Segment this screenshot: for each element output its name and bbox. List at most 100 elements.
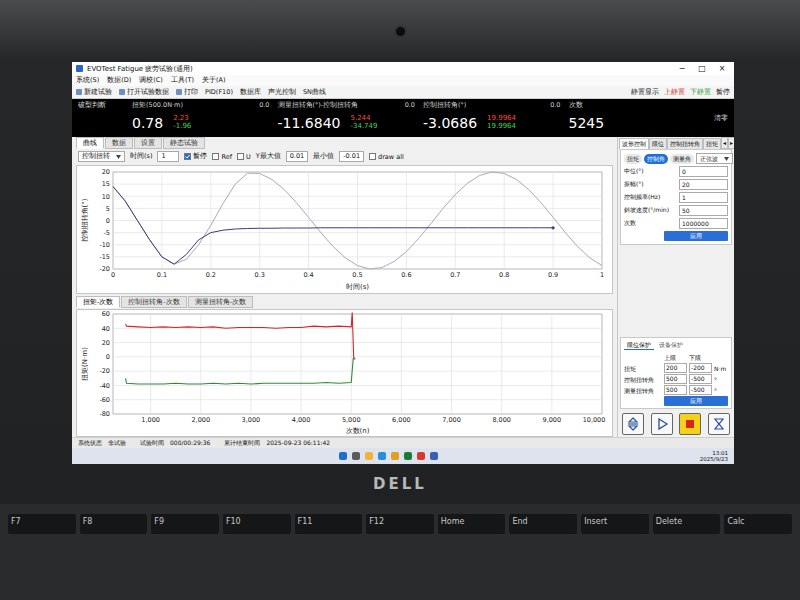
toolbar-button[interactable]: 声光控制 [268,88,296,97]
upper-input[interactable]: 500 [664,374,687,384]
menu-item[interactable]: 关于(A) [202,76,226,85]
window-control[interactable]: × [714,65,730,73]
hourglass-button[interactable] [708,413,730,435]
window-control[interactable]: − [674,65,690,73]
tab[interactable]: 扭矩-次数 [76,296,120,308]
tab[interactable]: 波形控制 [619,138,649,149]
apply-button[interactable]: 应用 [664,396,728,406]
upper-input[interactable]: 200 [664,363,687,373]
key[interactable]: F12 [366,514,434,534]
mode-option[interactable]: 扭矩 [624,154,642,164]
tab-scroll-button[interactable]: ◂ [721,137,728,149]
key[interactable]: Insert [581,514,649,534]
tab[interactable]: 扭矩 [703,138,721,149]
key[interactable]: F8 [80,514,148,534]
bottom-bezel: DELL [0,464,800,504]
toolbar-button[interactable]: 新建试验 [76,88,112,97]
key[interactable]: Delete [653,514,721,534]
menu-item[interactable]: 系统(S) [76,76,99,85]
tab[interactable]: 数据 [105,137,133,149]
app-icon[interactable] [365,452,373,460]
app-icon[interactable] [417,452,425,460]
waveform-select[interactable]: 正弦波 [696,153,733,164]
tab[interactable]: 静态试验 [163,137,205,149]
toolbar-button[interactable]: PID(F10) [205,88,233,96]
webcam-icon [394,25,407,38]
toolbar-button[interactable]: 打印 [176,88,198,97]
lower-input[interactable]: -500 [689,374,712,384]
channel-select[interactable]: 控制扭转 [78,151,125,162]
checkbox-box[interactable] [369,153,376,160]
svg-text:4,000: 4,000 [292,416,311,424]
toolbar-button[interactable]: 打开试验数据 [119,88,169,97]
indicator-group: 静置显示上静置下静置暂停 [631,88,730,97]
key[interactable]: F10 [223,514,291,534]
key[interactable]: F9 [151,514,219,534]
field-input[interactable]: 20 [679,179,728,190]
field-input[interactable]: 1000000 [679,218,728,229]
menu-item[interactable]: 调校(C) [139,76,163,85]
toolbar-button[interactable]: SN曲线 [303,88,326,97]
tab[interactable]: 限位 [649,138,667,149]
app-icon[interactable] [378,452,386,460]
reset-button[interactable]: 清零 [714,114,728,123]
tab[interactable]: 控制扭转角 [667,138,703,149]
apply-button[interactable]: 应用 [664,231,728,241]
app-icon[interactable] [391,452,399,460]
checkbox[interactable]: 暂停 [184,152,207,161]
x-tick: 9,000 [543,314,562,424]
ymax-input[interactable]: 0.01 [286,151,308,162]
play-icon [655,417,669,431]
app-icon[interactable] [404,452,412,460]
checkbox[interactable]: draw all [369,153,404,161]
lower-input[interactable]: -500 [689,385,712,395]
app-icon[interactable] [352,452,360,460]
app-icon[interactable] [339,452,347,460]
upper-input[interactable]: 500 [664,385,687,395]
mode-option[interactable]: 控制角 [644,154,668,164]
key[interactable]: Calc [724,514,792,534]
key[interactable]: F11 [295,514,363,534]
tab[interactable]: 设备保护 [656,340,686,350]
toolbar-button[interactable]: 数据库 [240,88,261,97]
tab[interactable]: 测量扭转角-次数 [188,296,253,308]
checkbox-box[interactable] [184,153,191,160]
ymin-input[interactable]: -0.01 [339,151,364,162]
field-row: 振幅(°)20 [624,179,728,190]
svg-text:-20: -20 [99,367,110,375]
checkbox[interactable]: Ref [212,153,232,161]
stop-button[interactable] [679,413,701,435]
menu-item[interactable]: 工具(T) [171,76,194,85]
play-button[interactable] [651,413,673,435]
field-input[interactable]: 0 [679,166,728,177]
app-icon[interactable] [430,452,438,460]
key[interactable]: F7 [8,514,76,534]
chart-series [126,313,356,359]
menu-item[interactable]: 数据(D) [107,76,131,85]
status-item: 系统状态非试验 [78,439,126,448]
key[interactable]: End [509,514,577,534]
checkbox-box[interactable] [237,153,244,160]
readout-label: 控制扭转角(°) [423,101,466,110]
tab[interactable]: 控制扭转角-次数 [121,296,186,308]
mode-option[interactable]: 测量角 [670,154,694,164]
window-control[interactable]: □ [694,65,710,73]
field-input[interactable]: 50 [679,205,728,216]
readout-extremes: 5.244-34.749 [350,115,377,130]
sort-button[interactable] [622,413,644,435]
tab[interactable]: 曲线 [76,137,104,149]
readout-max: 2.23 [173,115,191,123]
key[interactable]: Home [438,514,506,534]
tool-icon [119,89,125,95]
field-input[interactable]: 1 [679,192,728,203]
tab-scroll-button[interactable]: ▸ [728,137,734,149]
field-row: 斜坡速度(°/min)50 [624,205,728,216]
lower-input[interactable]: -200 [689,363,712,373]
svg-text:-60: -60 [99,396,110,404]
checkbox[interactable]: U [237,153,251,161]
tab[interactable]: 限位保护 [624,340,654,350]
x-axis-label: 时间(s) [346,283,369,291]
time-input[interactable]: 1 [157,151,179,162]
tab[interactable]: 设置 [134,137,162,149]
checkbox-box[interactable] [212,153,219,160]
